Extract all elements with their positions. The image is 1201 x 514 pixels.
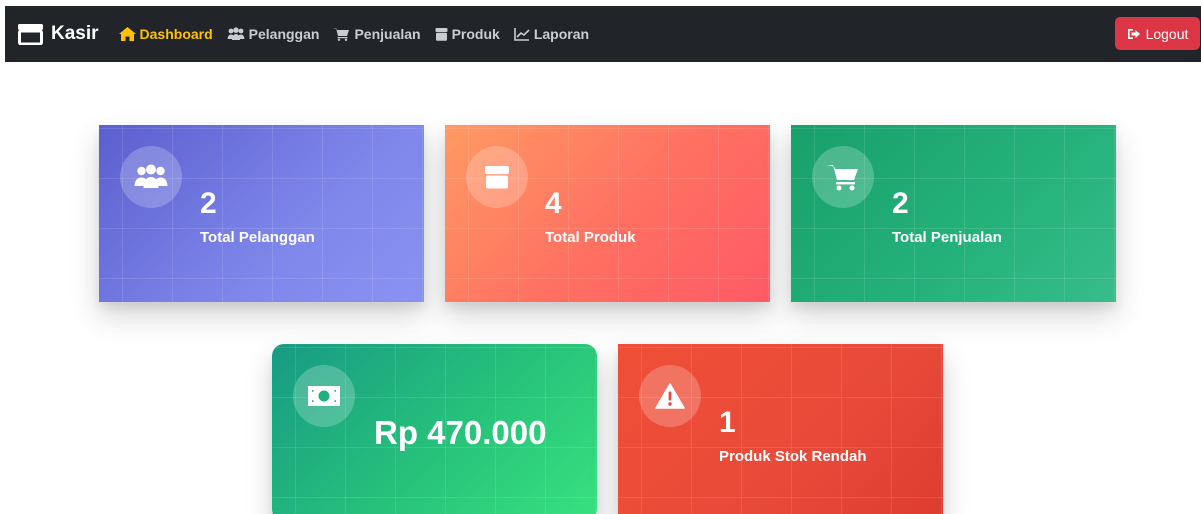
nav-produk[interactable]: Produk: [435, 26, 500, 42]
card-label: Produk Stok Rendah: [719, 448, 867, 465]
card-label: Total Penjualan: [892, 229, 1002, 246]
nav-laporan[interactable]: Laporan: [514, 26, 589, 42]
nav-penjualan[interactable]: Penjualan: [333, 26, 421, 42]
nav-dashboard-label: Dashboard: [139, 26, 213, 42]
logout-label: Logout: [1145, 25, 1189, 42]
nav-pelanggan-label: Pelanggan: [248, 26, 320, 42]
nav-dashboard[interactable]: Dashboard: [118, 26, 213, 42]
card-value: 4: [545, 187, 562, 220]
chart-line-icon: [514, 27, 534, 41]
main-nav: Dashboard Pelanggan Penjualan Produk Lap…: [118, 26, 604, 42]
logout-icon: [1127, 28, 1146, 40]
card-value: 2: [892, 187, 909, 220]
nav-pelanggan[interactable]: Pelanggan: [227, 26, 320, 42]
cart-icon: [333, 27, 354, 41]
nav-laporan-label: Laporan: [533, 26, 590, 42]
warning-icon: [639, 365, 701, 427]
logout-button[interactable]: Logout: [1115, 17, 1200, 50]
navbar: Kasir Dashboard Pelanggan Penjualan Prod…: [5, 6, 1201, 62]
card-total-pendapatan: Rp 470.000: [272, 344, 597, 514]
brand-name: Kasir: [51, 23, 99, 44]
box-icon: [466, 146, 528, 208]
brand-link[interactable]: Kasir: [17, 23, 99, 45]
nav-penjualan-label: Penjualan: [354, 26, 421, 42]
users-icon: [227, 27, 249, 41]
nav-produk-label: Produk: [451, 26, 500, 42]
card-total-produk: 4 Total Produk: [445, 125, 770, 302]
store-icon: [17, 23, 44, 45]
cart-icon: [812, 146, 874, 208]
home-icon: [118, 27, 140, 41]
card-produk-stok-rendah: 1 Produk Stok Rendah: [618, 344, 943, 514]
box-icon: [435, 27, 452, 41]
card-total-penjualan: 2 Total Penjualan: [791, 125, 1116, 302]
card-value: Rp 470.000: [374, 414, 547, 451]
card-label: Total Produk: [545, 229, 636, 246]
users-icon: [120, 146, 182, 208]
card-total-pelanggan: 2 Total Pelanggan: [99, 125, 424, 302]
card-value: 2: [200, 187, 217, 220]
card-label: Total Pelanggan: [200, 229, 315, 246]
money-icon: [293, 365, 355, 427]
card-value: 1: [719, 406, 736, 439]
